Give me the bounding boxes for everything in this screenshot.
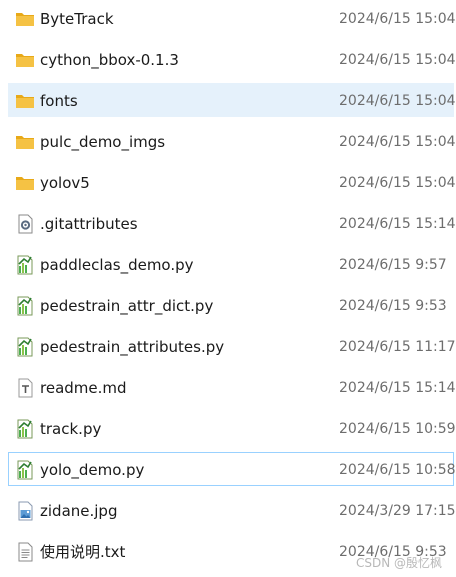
modified-date: 2024/6/15 10:59 — [339, 421, 456, 437]
python-file-icon — [17, 296, 33, 316]
python-file-icon — [17, 255, 33, 275]
file-name: yolov5 — [40, 174, 90, 192]
folder-icon — [16, 177, 34, 190]
file-name: .gitattributes — [40, 215, 138, 233]
modified-date: 2024/6/15 15:04 — [339, 175, 456, 191]
folder-icon — [16, 54, 34, 67]
file-name: readme.md — [40, 379, 127, 397]
file-row-pulc-demo-imgs[interactable]: pulc_demo_imgs 2024/6/15 15:04 — [8, 124, 456, 158]
file-row-pedestrain-attributes[interactable]: pedestrain_attributes.py 2024/6/15 11:17 — [8, 329, 456, 363]
modified-date: 2024/6/15 15:04 — [339, 134, 456, 150]
watermark: CSDN @殷忆枫 — [355, 556, 442, 570]
modified-date: 2024/6/15 15:04 — [339, 93, 456, 109]
modified-date: 2024/6/15 15:14 — [339, 380, 456, 396]
python-file-icon — [17, 337, 33, 357]
modified-date: 2024/6/15 15:14 — [339, 216, 456, 232]
file-name: pedestrain_attributes.py — [40, 338, 225, 356]
txt-file-icon — [18, 542, 33, 562]
file-row-track[interactable]: track.py 2024/6/15 10:59 — [8, 411, 456, 445]
file-row-readme[interactable]: readme.md 2024/6/15 15:14 — [8, 370, 456, 404]
file-row-fonts[interactable]: fonts 2024/6/15 15:04 — [8, 83, 456, 117]
file-name: pulc_demo_imgs — [40, 133, 166, 151]
modified-date: 2024/6/15 15:04 — [339, 52, 456, 68]
file-name: zidane.jpg — [40, 502, 118, 520]
file-row-yolov5[interactable]: yolov5 2024/6/15 15:04 — [8, 165, 456, 199]
file-name: pedestrain_attr_dict.py — [40, 297, 214, 315]
file-row-cython-bbox[interactable]: cython_bbox-0.1.3 2024/6/15 15:04 — [8, 42, 456, 76]
file-row-paddleclas-demo[interactable]: paddleclas_demo.py 2024/6/15 9:57 — [8, 247, 454, 281]
file-name: 使用说明.txt — [40, 543, 126, 561]
file-name: cython_bbox-0.1.3 — [40, 51, 179, 69]
file-row-zidane[interactable]: zidane.jpg 2024/3/29 17:15 — [8, 493, 456, 527]
file-list: ByteTrack 2024/6/15 15:04 cython_bbox-0.… — [0, 0, 456, 577]
modified-date: 2024/6/15 10:58 — [339, 462, 456, 478]
settings-file-icon — [18, 214, 33, 234]
modified-date: 2024/6/15 9:57 — [339, 257, 447, 273]
file-row-yolo-demo[interactable]: yolo_demo.py 2024/6/15 10:58 — [8, 452, 456, 486]
folder-icon — [16, 95, 34, 108]
text-file-icon — [18, 378, 33, 398]
modified-date: 2024/6/15 11:17 — [339, 339, 456, 355]
image-file-icon — [18, 501, 33, 521]
modified-date: 2024/6/15 15:04 — [339, 11, 456, 27]
file-row-bytetrack[interactable]: ByteTrack 2024/6/15 15:04 — [8, 1, 456, 35]
file-name: yolo_demo.py — [40, 461, 145, 479]
file-name: fonts — [40, 92, 78, 110]
modified-date: 2024/3/29 17:15 — [339, 503, 456, 519]
file-row-gitattributes[interactable]: .gitattributes 2024/6/15 15:14 — [8, 206, 456, 240]
file-name: track.py — [40, 420, 102, 438]
python-file-icon — [17, 460, 33, 480]
file-name: paddleclas_demo.py — [40, 256, 194, 274]
folder-icon — [16, 13, 34, 26]
python-file-icon — [17, 419, 33, 439]
folder-icon — [16, 136, 34, 149]
file-name: ByteTrack — [40, 10, 114, 28]
modified-date: 2024/6/15 9:53 — [339, 298, 447, 314]
file-row-pedestrain-attr-dict[interactable]: pedestrain_attr_dict.py 2024/6/15 9:53 — [8, 288, 454, 322]
